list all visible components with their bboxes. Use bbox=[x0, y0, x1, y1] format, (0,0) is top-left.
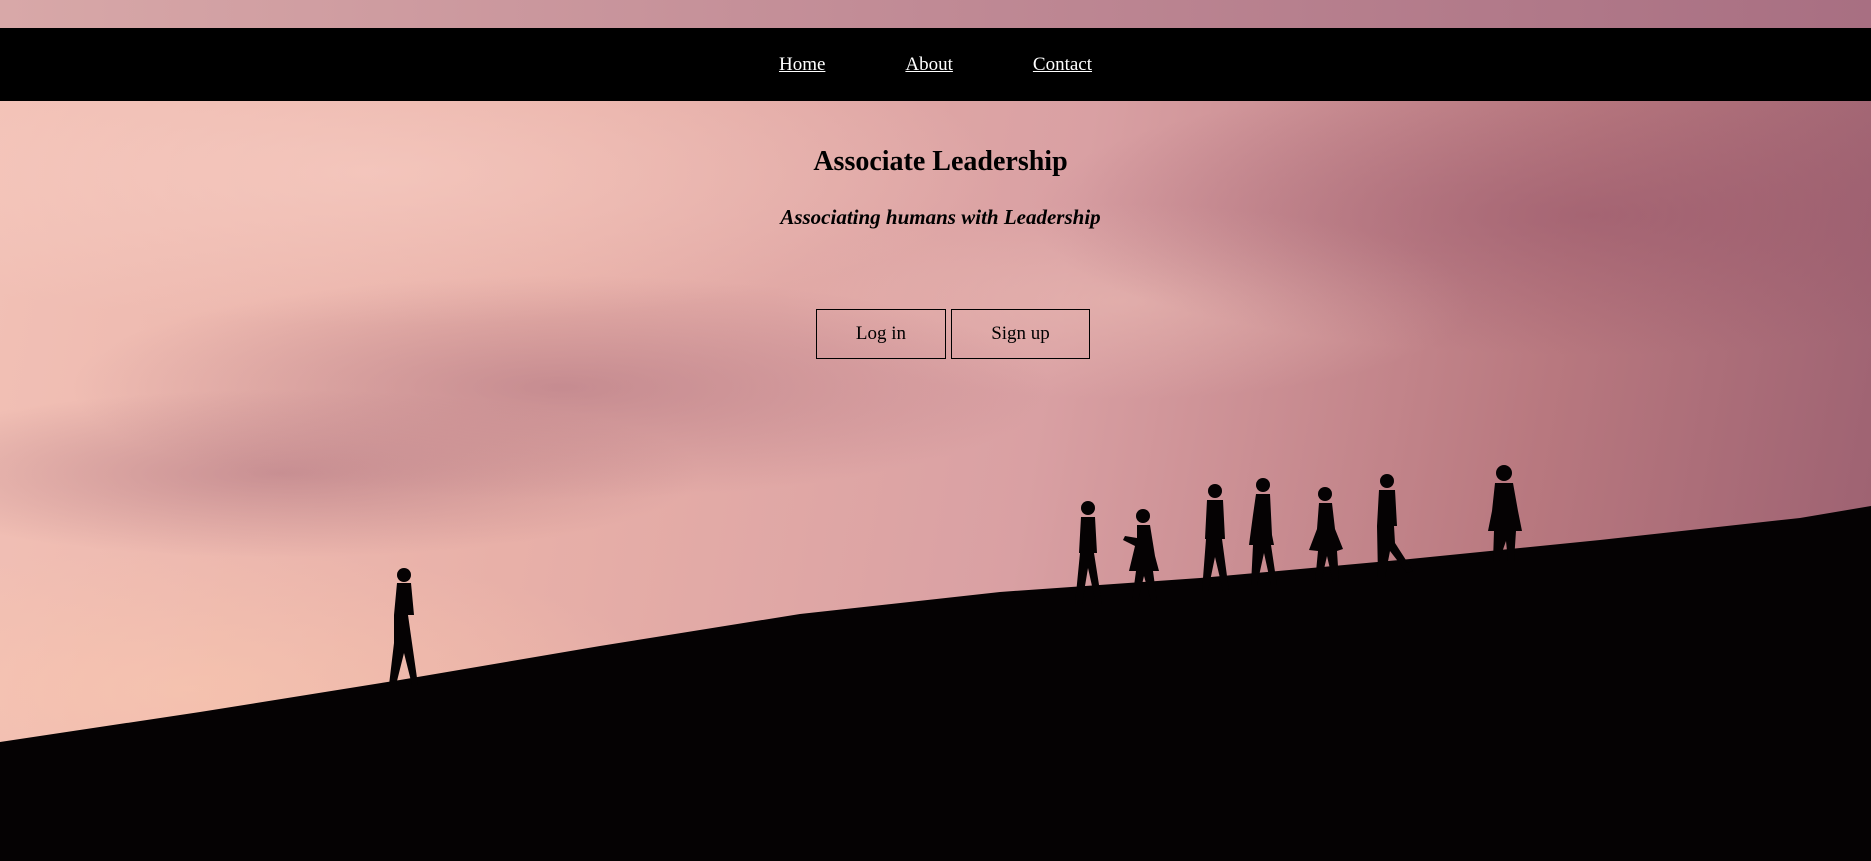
signup-button[interactable]: Sign up bbox=[951, 309, 1090, 359]
login-button[interactable]: Log in bbox=[816, 309, 946, 359]
hero-title: Associate Leadership bbox=[813, 146, 1068, 177]
hill-silhouette bbox=[0, 465, 1871, 861]
top-navbar: Home About Contact bbox=[0, 28, 1871, 101]
nav-contact-link[interactable]: Contact bbox=[1033, 54, 1092, 76]
person-silhouette bbox=[1488, 465, 1522, 561]
person-silhouette bbox=[1249, 478, 1277, 585]
person-silhouette bbox=[1202, 484, 1229, 591]
page: Home About Contact Associate Leadership … bbox=[0, 0, 1871, 861]
nav-about-link[interactable]: About bbox=[905, 54, 953, 76]
person-silhouette bbox=[389, 568, 418, 685]
hero-subtitle: Associating humans with Leadership bbox=[780, 205, 1101, 229]
nav-home-link[interactable]: Home bbox=[779, 54, 825, 76]
